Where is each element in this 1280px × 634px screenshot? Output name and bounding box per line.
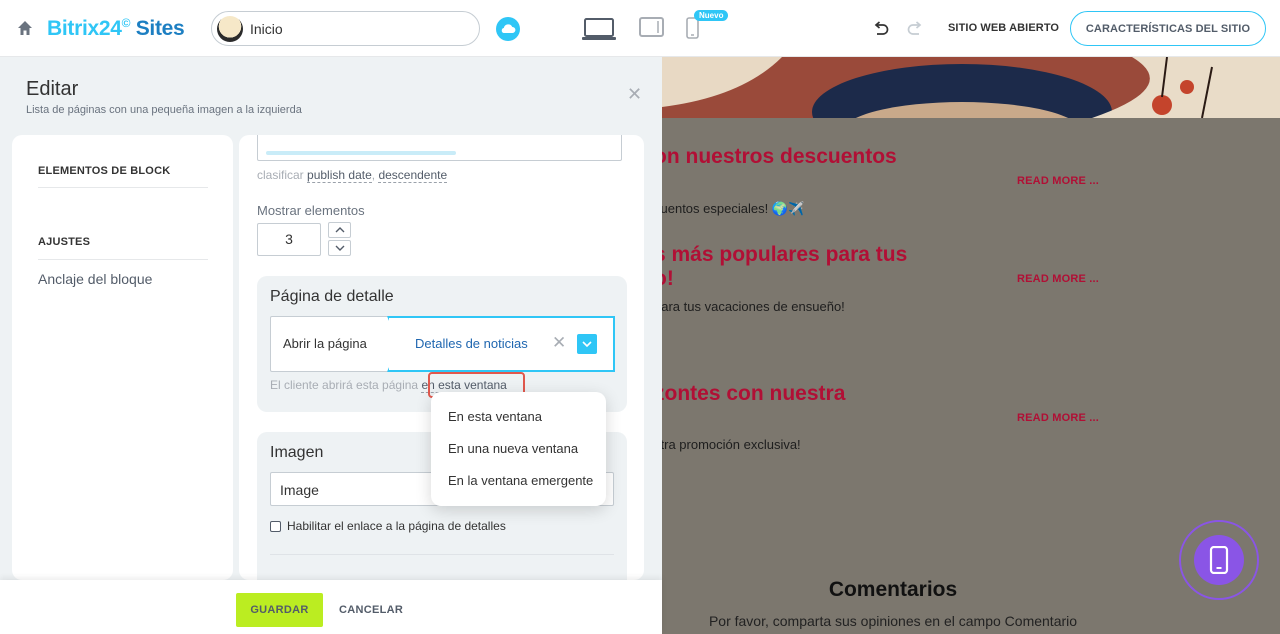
sort-label: clasificar bbox=[257, 168, 304, 182]
image-section-title: Imagen bbox=[270, 444, 324, 461]
news-title-2-line2[interactable]: o! bbox=[662, 267, 674, 291]
page-avatar bbox=[217, 16, 243, 42]
detail-link-field[interactable]: Abrir la página Detalles de noticias ✕ bbox=[270, 316, 615, 372]
news-title-2[interactable]: s más populares para tus bbox=[662, 243, 907, 267]
show-elements-label: Mostrar elementos bbox=[257, 203, 365, 218]
image-input-value: Image bbox=[280, 482, 319, 498]
editor-form: clasificar publish date, descendente Mos… bbox=[239, 135, 644, 580]
link-target-value[interactable]: Detalles de noticias bbox=[415, 336, 528, 351]
detail-link-checkbox-label: Habilitar el enlace a la página de detal… bbox=[287, 519, 506, 533]
option-popup-window[interactable]: En la ventana emergente bbox=[448, 473, 593, 488]
cloud-icon[interactable] bbox=[496, 17, 520, 41]
nav-divider bbox=[38, 187, 208, 188]
news-title-3[interactable]: zontes con nuestra bbox=[662, 382, 845, 406]
cancel-button[interactable]: CANCELAR bbox=[339, 604, 403, 616]
option-this-window[interactable]: En esta ventana bbox=[448, 409, 542, 424]
open-mode-hint-text: El cliente abrirá esta página bbox=[270, 378, 419, 392]
sort-line: clasificar publish date, descendente bbox=[257, 168, 448, 183]
news-text-1: cuentos especiales! 🌍✈️ bbox=[662, 201, 805, 216]
news-text-3: stra promoción exclusiva! bbox=[662, 437, 801, 452]
logo[interactable]: Bitrix24© Sites bbox=[47, 16, 185, 41]
new-badge: Nuevo bbox=[694, 10, 729, 21]
chevron-up-icon bbox=[335, 227, 344, 233]
tablet-icon[interactable] bbox=[639, 17, 664, 37]
read-more-3[interactable]: READ MORE ... bbox=[1017, 412, 1099, 424]
close-icon[interactable]: ✕ bbox=[627, 84, 642, 105]
logo-main: Bitrix24 bbox=[47, 17, 122, 40]
nav-divider bbox=[38, 259, 208, 260]
clear-icon[interactable]: ✕ bbox=[552, 333, 566, 353]
page-selector-label: Inicio bbox=[250, 21, 283, 37]
desktop-icon[interactable] bbox=[582, 17, 616, 41]
detail-link-checkbox-row[interactable]: Habilitar el enlace a la página de detal… bbox=[270, 519, 506, 533]
nav-block-elements[interactable]: ELEMENTOS DE BLOCK bbox=[38, 165, 170, 177]
open-mode-dropdown: En esta ventana En una nueva ventana En … bbox=[431, 392, 606, 506]
link-action-label: Abrir la página bbox=[283, 336, 367, 351]
page-selector[interactable]: Inicio bbox=[211, 11, 480, 46]
editor-subtitle: Lista de páginas con una pequeña imagen … bbox=[26, 104, 302, 116]
sort-comma: , bbox=[371, 168, 376, 182]
site-features-button[interactable]: CARACTERÍSTICAS DEL SITIO bbox=[1070, 11, 1266, 46]
read-more-2[interactable]: READ MORE ... bbox=[1017, 273, 1099, 285]
chevron-down-icon bbox=[335, 245, 344, 251]
editor-nav: ELEMENTOS DE BLOCK AJUSTES Anclaje del b… bbox=[12, 135, 233, 580]
site-preview: on nuestros descuentos READ MORE ... cue… bbox=[662, 57, 1280, 634]
detail-page-title: Página de detalle bbox=[270, 288, 394, 305]
news-title-1[interactable]: on nuestros descuentos bbox=[662, 145, 897, 169]
mobile-phone-icon bbox=[1209, 546, 1229, 574]
editor-title: Editar bbox=[26, 78, 79, 100]
hero-image bbox=[662, 57, 1280, 118]
link-dropdown-button[interactable] bbox=[577, 334, 597, 354]
comments-title: Comentarios bbox=[828, 578, 958, 601]
detail-link-checkbox[interactable] bbox=[270, 520, 281, 532]
undo-icon[interactable] bbox=[872, 20, 890, 38]
sort-order-link[interactable]: descendente bbox=[378, 168, 448, 183]
elements-count-input[interactable]: 3 bbox=[257, 223, 321, 256]
increment-button[interactable] bbox=[328, 222, 351, 238]
home-icon[interactable] bbox=[16, 19, 34, 37]
chevron-down-icon bbox=[582, 341, 592, 347]
option-new-window[interactable]: En una nueva ventana bbox=[448, 441, 578, 456]
decrement-button[interactable] bbox=[328, 240, 351, 256]
editor-footer: GUARDAR CANCELAR bbox=[0, 580, 662, 634]
source-input[interactable] bbox=[257, 135, 622, 161]
logo-sites: Sites bbox=[130, 17, 185, 40]
logo-mark: © bbox=[121, 16, 131, 30]
nav-settings[interactable]: AJUSTES bbox=[38, 236, 90, 248]
comments-text: Por favor, comparta sus opiniones en el … bbox=[708, 613, 1078, 629]
redo-icon[interactable] bbox=[906, 20, 924, 38]
read-more-1[interactable]: READ MORE ... bbox=[1017, 175, 1099, 187]
top-bar: Bitrix24© Sites Inicio Nuevo SITIO WEB A… bbox=[0, 0, 1280, 57]
open-site-link[interactable]: SITIO WEB ABIERTO bbox=[948, 22, 1059, 34]
link-target[interactable]: Detalles de noticias ✕ bbox=[389, 316, 615, 372]
mobile-preview-button[interactable] bbox=[1179, 520, 1259, 600]
nav-block-anchor[interactable]: Anclaje del bloque bbox=[38, 271, 152, 287]
sort-field-link[interactable]: publish date bbox=[307, 168, 372, 183]
news-text-2: para tus vacaciones de ensueño! bbox=[662, 299, 845, 314]
section-divider bbox=[270, 554, 614, 555]
save-button[interactable]: GUARDAR bbox=[236, 593, 323, 627]
edit-panel: Editar Lista de páginas con una pequeña … bbox=[0, 57, 662, 634]
